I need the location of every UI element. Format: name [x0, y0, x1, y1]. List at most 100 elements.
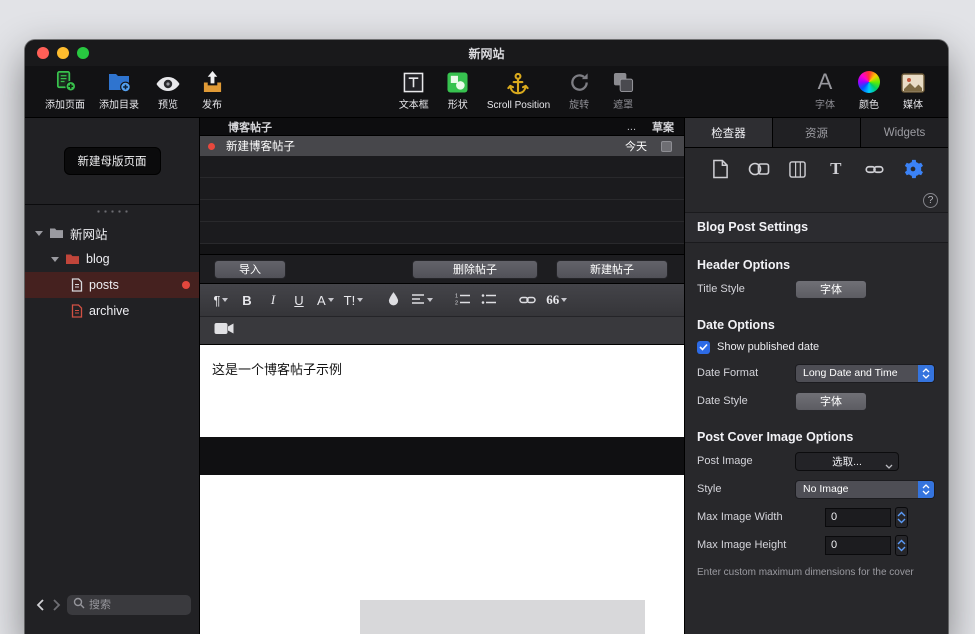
- media-panel-button[interactable]: 媒体: [892, 68, 934, 113]
- date-format-select[interactable]: Long Date and Time: [795, 364, 935, 383]
- page-settings-icon[interactable]: [707, 156, 733, 182]
- cover-dimensions-hint: Enter custom maximum dimensions for the …: [697, 566, 936, 580]
- title-style-font-button[interactable]: 字体: [795, 280, 867, 299]
- bullet-list-button[interactable]: [478, 289, 500, 311]
- font-panel-button[interactable]: A 字体: [804, 68, 846, 113]
- empty-list-row: [200, 222, 684, 244]
- media-icon: [901, 70, 925, 93]
- show-published-date-label: Show published date: [717, 341, 819, 353]
- settings-title: Blog Post Settings: [697, 220, 936, 234]
- text-settings-icon[interactable]: T: [823, 156, 849, 182]
- text-box-button[interactable]: 文本框: [393, 68, 435, 113]
- date-style-font-button[interactable]: 字体: [795, 392, 867, 411]
- tab-widgets[interactable]: Widgets: [861, 118, 948, 147]
- post-content-editor[interactable]: 这是一个博客帖子示例: [200, 345, 684, 437]
- tree-item-archive[interactable]: archive: [25, 298, 199, 324]
- color-wheel-icon: [858, 70, 880, 93]
- tree-item-blog[interactable]: blog: [25, 246, 199, 272]
- mask-button[interactable]: 遮罩: [602, 68, 644, 113]
- alignment-button[interactable]: [408, 289, 436, 311]
- caret-down-icon: [357, 298, 363, 302]
- cover-style-select[interactable]: No Image: [795, 480, 935, 499]
- titlebar: 新网站: [25, 40, 948, 66]
- search-field[interactable]: [67, 595, 191, 615]
- traffic-lights: [37, 40, 89, 66]
- link-settings-icon[interactable]: [861, 156, 887, 182]
- new-master-page-button[interactable]: 新建母版页面: [64, 147, 161, 175]
- blockquote-button[interactable]: 66: [543, 289, 570, 311]
- inspector-tabs: 检查器 资源 Widgets: [685, 118, 948, 148]
- post-image-choose-button[interactable]: 选取...: [795, 452, 899, 471]
- ink-color-button[interactable]: [382, 289, 404, 311]
- bold-glyph: B: [242, 293, 251, 308]
- video-camera-button[interactable]: [214, 322, 234, 340]
- max-image-width-input[interactable]: [825, 508, 891, 527]
- main-toolbar: 添加页面 添加目录 预览: [25, 66, 948, 118]
- layout-grid-icon[interactable]: [784, 156, 810, 182]
- section-header-options: Header Options: [697, 258, 936, 272]
- link-button[interactable]: [516, 289, 539, 311]
- bold-button[interactable]: B: [236, 289, 258, 311]
- draft-checkbox[interactable]: [661, 141, 672, 152]
- page-preview[interactable]: [200, 475, 684, 634]
- post-row[interactable]: 新建博客帖子 今天: [200, 136, 684, 156]
- toolbar-label: 媒体: [903, 96, 923, 111]
- italic-button[interactable]: I: [262, 289, 284, 311]
- toolbar-label: 形状: [448, 96, 468, 111]
- zoom-button[interactable]: [77, 47, 89, 59]
- size-t-glyph: T!: [344, 293, 356, 308]
- delete-post-button[interactable]: 删除帖子: [412, 260, 538, 279]
- toolbar-label: 遮罩: [613, 96, 633, 111]
- max-image-height-row: Max Image Height: [697, 531, 936, 559]
- add-page-button[interactable]: 添加页面: [39, 68, 91, 113]
- forward-button[interactable]: [50, 599, 64, 611]
- format-toolbar: ¶ B I U A: [200, 284, 684, 317]
- empty-list-row: [200, 178, 684, 200]
- tab-resources[interactable]: 资源: [773, 118, 861, 147]
- text-size-button[interactable]: T!: [341, 289, 367, 311]
- date-format-value: Long Date and Time: [803, 367, 898, 379]
- help-button[interactable]: ?: [923, 193, 938, 208]
- tab-inspector[interactable]: 检查器: [685, 118, 773, 147]
- close-button[interactable]: [37, 47, 49, 59]
- text-color-button[interactable]: A: [314, 289, 337, 311]
- search-input[interactable]: [89, 599, 185, 611]
- rotate-button[interactable]: 旋转: [558, 68, 600, 113]
- scroll-position-button[interactable]: Scroll Position: [481, 68, 556, 113]
- paragraph-style-button[interactable]: ¶: [210, 289, 232, 311]
- underline-button[interactable]: U: [288, 289, 310, 311]
- date-format-label: Date Format: [697, 367, 795, 379]
- publish-button[interactable]: 发布: [191, 68, 233, 113]
- back-button[interactable]: [33, 599, 47, 611]
- preview-button[interactable]: 预览: [147, 68, 189, 113]
- max-image-height-stepper[interactable]: [895, 535, 908, 556]
- cover-style-row: Style No Image: [697, 475, 936, 503]
- anchor-icon: [506, 70, 530, 97]
- page-tree: 新网站 blog posts: [25, 218, 199, 324]
- title-style-label: Title Style: [697, 283, 795, 295]
- post-actions-bar: 导入 删除帖子 新建帖子: [200, 254, 684, 284]
- show-published-date-checkbox[interactable]: [697, 341, 710, 354]
- shapes-settings-icon[interactable]: [746, 156, 772, 182]
- empty-list-row: [200, 156, 684, 178]
- sidebar-resize-handle[interactable]: [25, 205, 199, 218]
- tree-item-posts[interactable]: posts: [25, 272, 199, 298]
- help-row: ?: [685, 190, 948, 210]
- tree-item-label: 新网站: [70, 224, 108, 243]
- tree-item-label: blog: [86, 252, 110, 266]
- column-more-header: ...: [627, 121, 636, 133]
- tree-item-site[interactable]: 新网站: [25, 220, 199, 246]
- new-post-button[interactable]: 新建帖子: [556, 260, 668, 279]
- ordered-list-button[interactable]: 12: [452, 289, 474, 311]
- max-image-height-input[interactable]: [825, 536, 891, 555]
- max-image-width-stepper[interactable]: [895, 507, 908, 528]
- toolbar-label: 颜色: [859, 96, 879, 111]
- droplet-icon: [388, 291, 399, 309]
- add-folder-button[interactable]: 添加目录: [93, 68, 145, 113]
- gear-settings-icon[interactable]: [900, 156, 926, 182]
- color-panel-button[interactable]: 颜色: [848, 68, 890, 113]
- shapes-button[interactable]: 形状: [437, 68, 479, 113]
- caret-down-icon: [427, 298, 433, 302]
- import-button[interactable]: 导入: [214, 260, 286, 279]
- minimize-button[interactable]: [57, 47, 69, 59]
